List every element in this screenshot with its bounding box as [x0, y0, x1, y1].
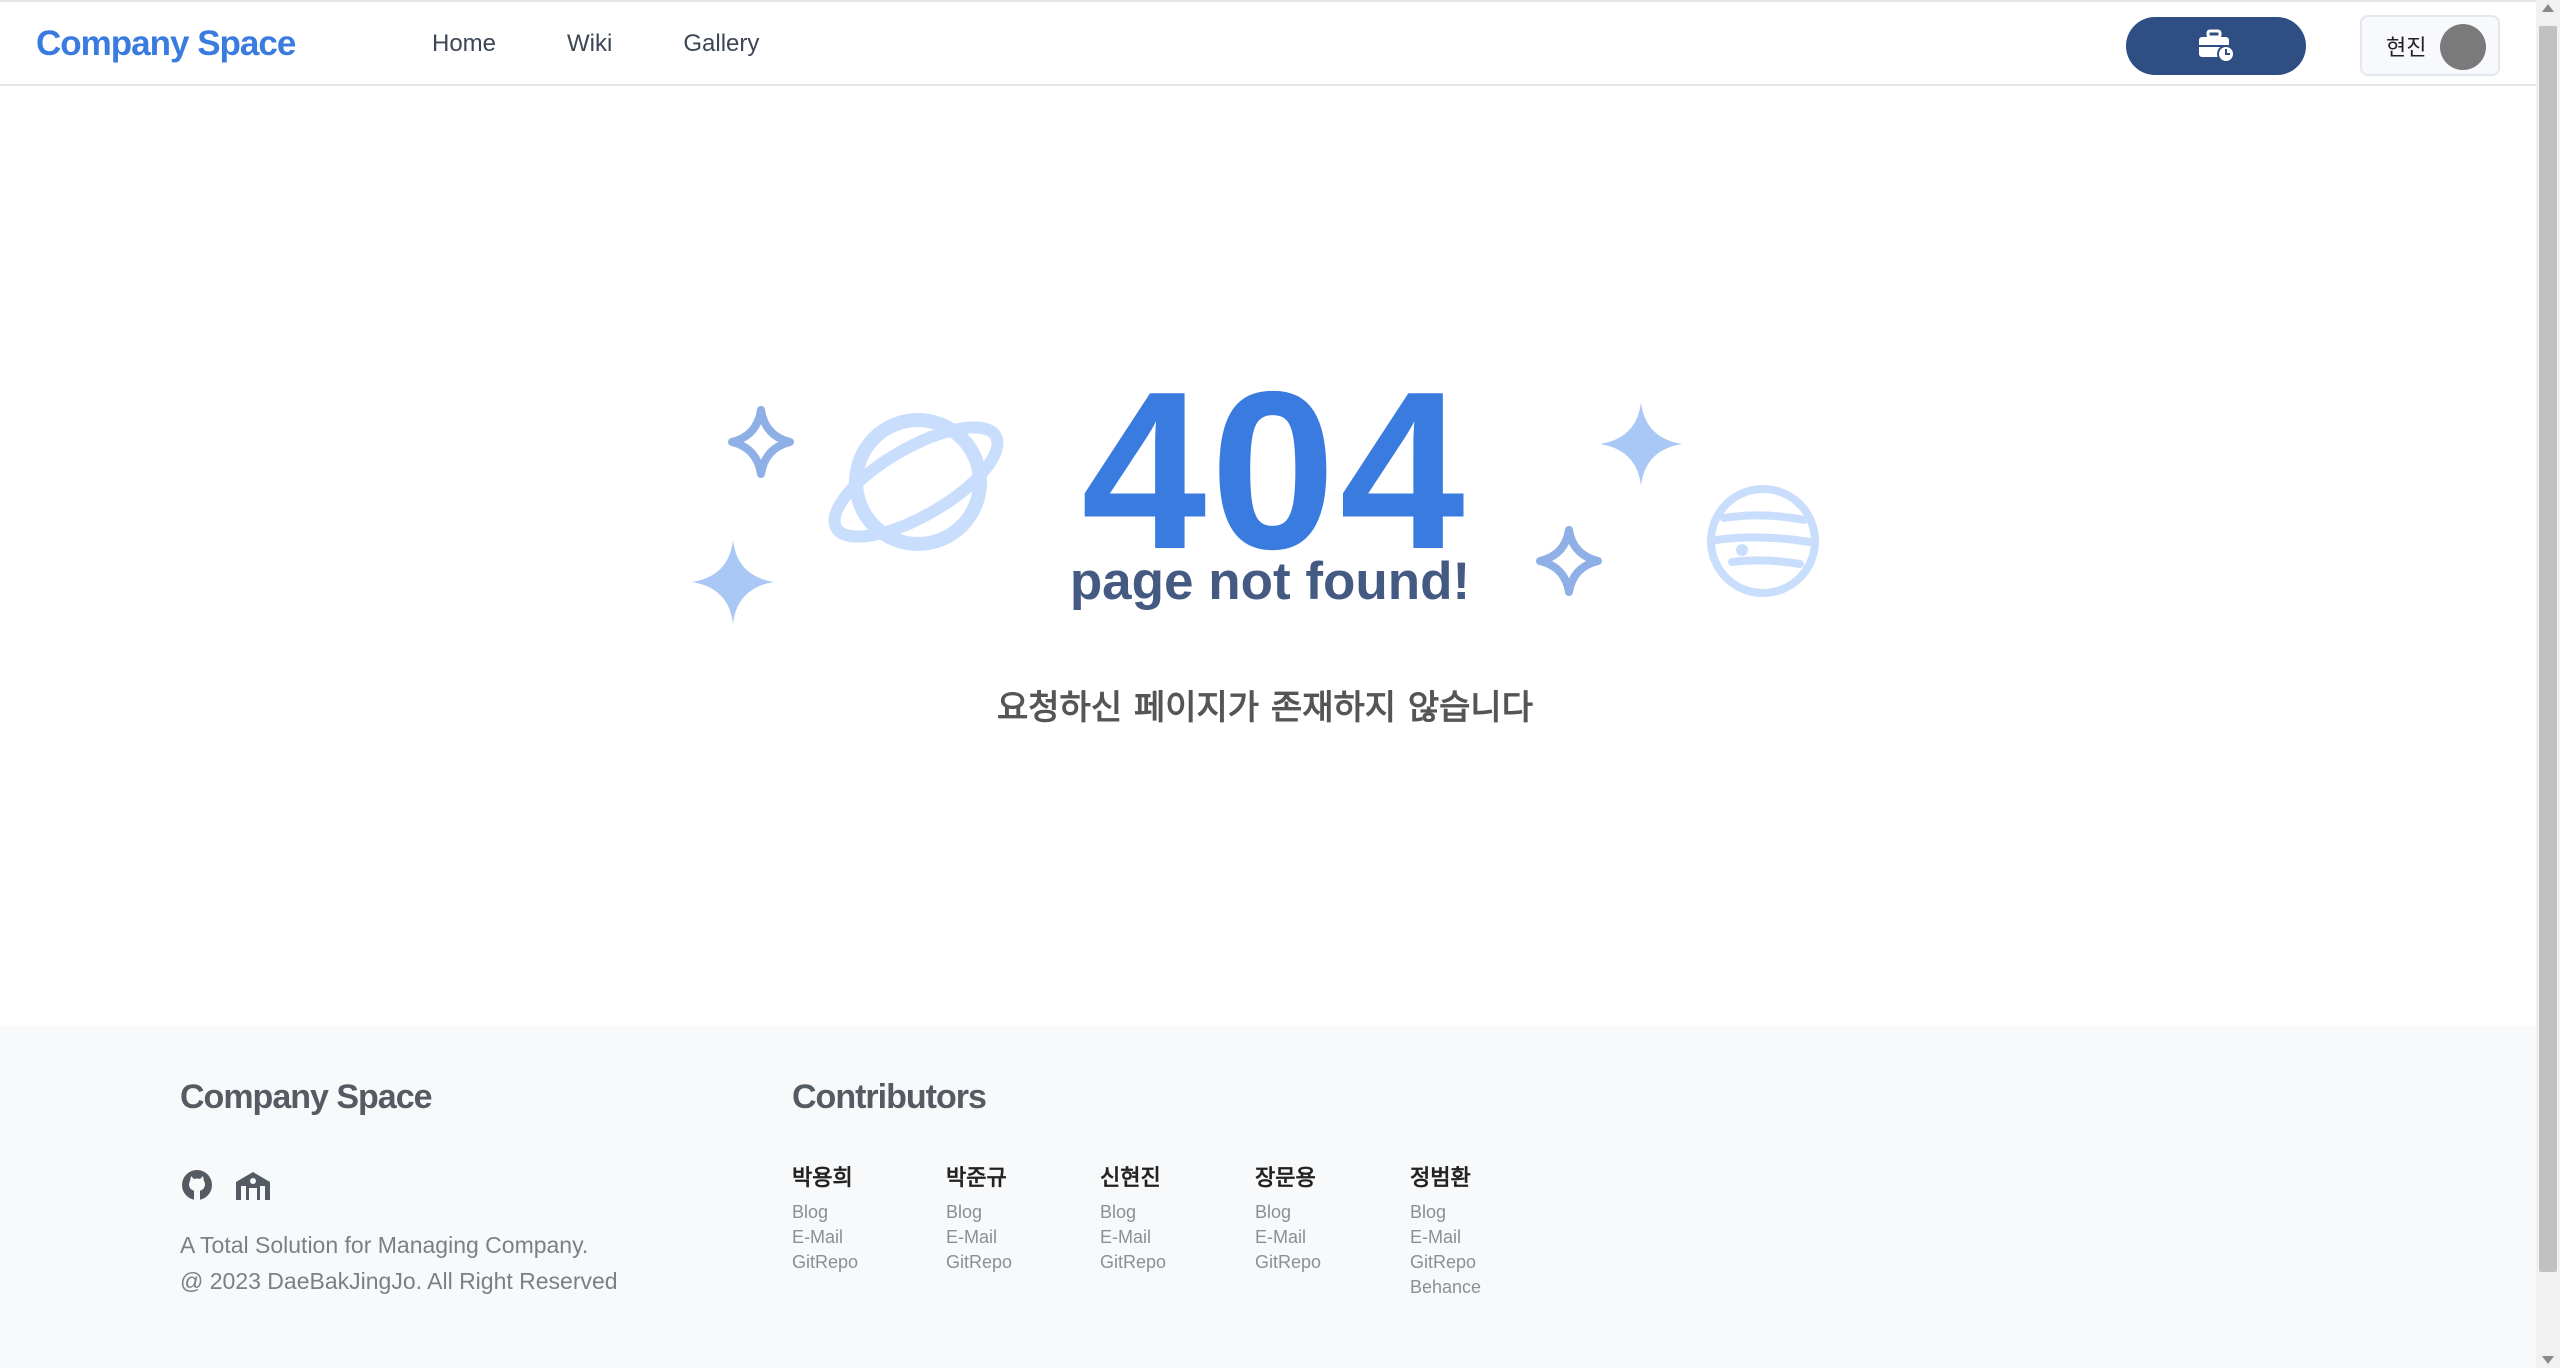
main-nav: Home Wiki Gallery [432, 30, 830, 58]
blog-link[interactable]: Blog [946, 1200, 1096, 1225]
email-link[interactable]: E-Mail [1100, 1225, 1250, 1250]
contributor-name: 정범환 [1410, 1166, 1471, 1191]
gitrepo-link[interactable]: GitRepo [1100, 1250, 1250, 1275]
gitrepo-link[interactable]: GitRepo [792, 1250, 942, 1275]
sparkle-icon [1536, 526, 1602, 596]
gitrepo-link[interactable]: GitRepo [946, 1250, 1096, 1275]
building-icon[interactable] [232, 1168, 274, 1202]
scroll-down-arrow[interactable] [2542, 1356, 2554, 1364]
error-message: 요청하신 페이지가 존재하지 않습니다 [997, 688, 1533, 728]
contributor-name: 박용희 [792, 1166, 853, 1191]
contributor-name: 장문용 [1255, 1166, 1316, 1191]
gitrepo-link[interactable]: GitRepo [1255, 1250, 1405, 1275]
user-menu[interactable]: 현진 [2360, 15, 2500, 76]
sparkle-icon [692, 540, 774, 624]
blog-link[interactable]: Blog [792, 1200, 942, 1225]
blog-link[interactable]: Blog [1100, 1200, 1250, 1225]
planet-icon [828, 413, 1004, 551]
sparkle-icon [728, 406, 794, 478]
footer-logo: Company Space [180, 1078, 433, 1116]
contributor: 신현진 Blog E-Mail GitRepo [1100, 1160, 1250, 1275]
contributor: 장문용 Blog E-Mail GitRepo [1255, 1160, 1405, 1275]
blog-link[interactable]: Blog [1410, 1200, 1560, 1225]
contributor: 정범환 Blog E-Mail GitRepo Behance [1410, 1160, 1560, 1300]
gitrepo-link[interactable]: GitRepo [1410, 1250, 1560, 1275]
top-navbar: Company Space Home Wiki Gallery 현진 [0, 0, 2536, 86]
footer-copyright: @ 2023 DaeBakJingJo. All Right Reserved [180, 1268, 618, 1294]
contributor: 박용희 Blog E-Mail GitRepo [792, 1160, 942, 1275]
user-name: 현진 [2386, 35, 2427, 61]
contributor-name: 박준규 [946, 1166, 1007, 1191]
scroll-up-arrow[interactable] [2542, 4, 2554, 12]
contributor: 박준규 Blog E-Mail GitRepo [946, 1160, 1096, 1275]
footer-icons [180, 1168, 274, 1202]
nav-home[interactable]: Home [432, 30, 496, 58]
logo[interactable]: Company Space [36, 24, 296, 64]
globe-icon [1707, 485, 1819, 597]
nav-wiki[interactable]: Wiki [567, 30, 612, 58]
page-not-found-title: page not found! [1069, 552, 1471, 611]
avatar [2440, 24, 2486, 70]
contributors-title: Contributors [792, 1078, 987, 1116]
footer-description: A Total Solution for Managing Company. [180, 1232, 589, 1258]
briefcase-clock-icon [2199, 29, 2235, 63]
github-icon[interactable] [180, 1168, 214, 1202]
contributor-name: 신현진 [1100, 1166, 1161, 1191]
footer: Company Space A Total Solution for Manag… [0, 1026, 2536, 1368]
page-scrollbar[interactable] [2536, 0, 2560, 1368]
work-status-button[interactable] [2126, 17, 2306, 75]
email-link[interactable]: E-Mail [946, 1225, 1096, 1250]
behance-link[interactable]: Behance [1410, 1275, 1560, 1300]
email-link[interactable]: E-Mail [1255, 1225, 1405, 1250]
scroll-thumb[interactable] [2539, 26, 2557, 1272]
email-link[interactable]: E-Mail [1410, 1225, 1560, 1250]
email-link[interactable]: E-Mail [792, 1225, 942, 1250]
nav-gallery[interactable]: Gallery [683, 30, 759, 58]
blog-link[interactable]: Blog [1255, 1200, 1405, 1225]
sparkle-icon [1600, 402, 1682, 486]
